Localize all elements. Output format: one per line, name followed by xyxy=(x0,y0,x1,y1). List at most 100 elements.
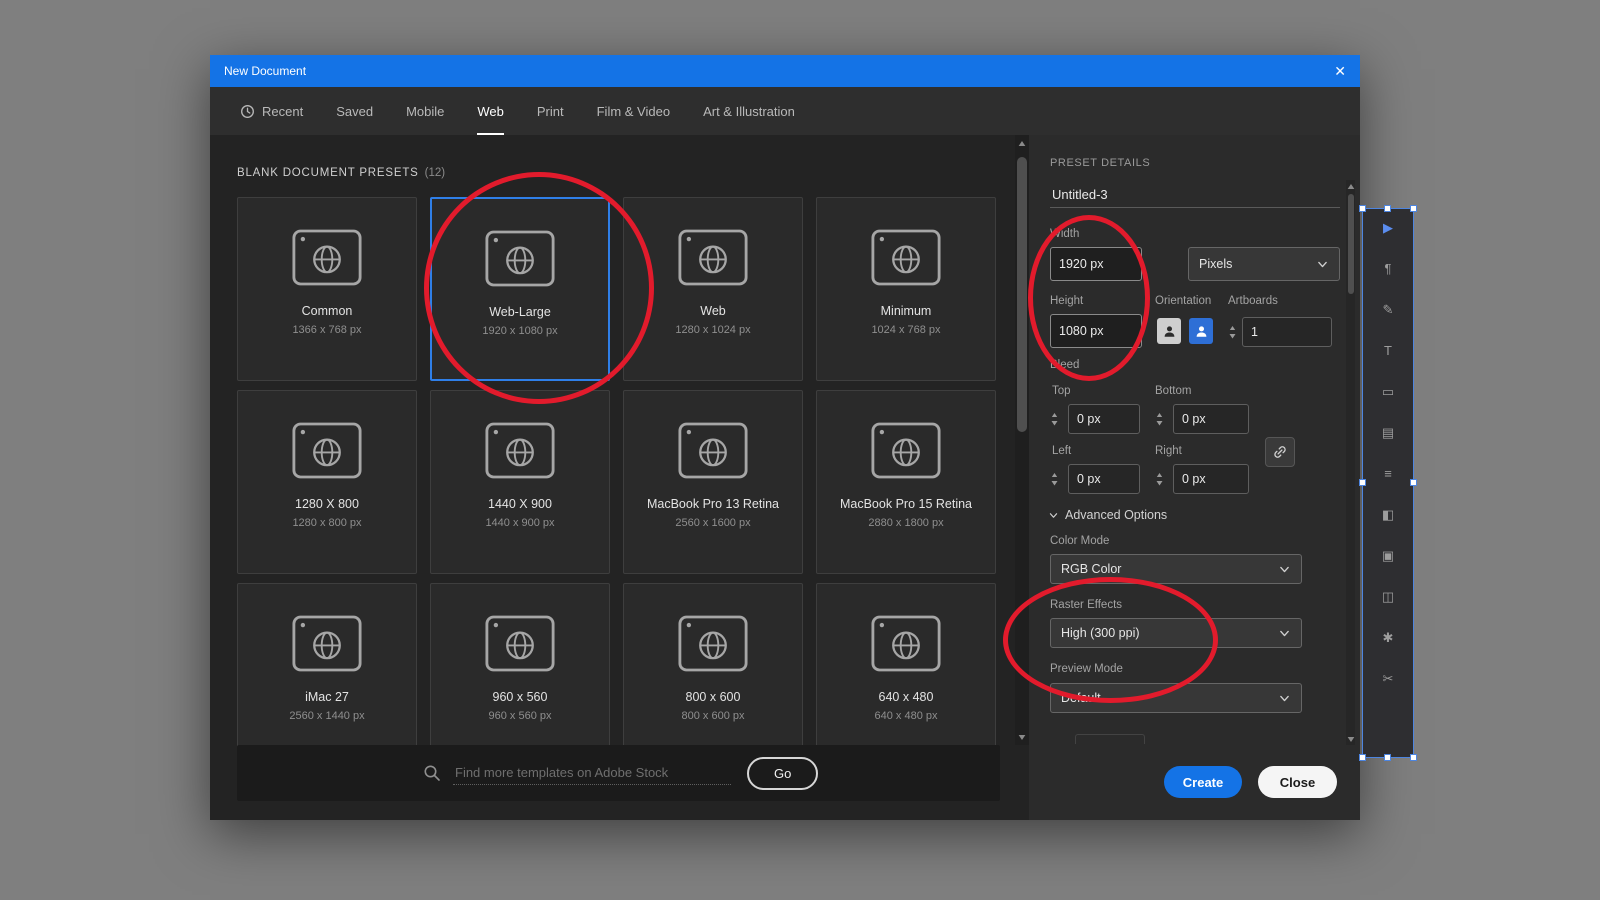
selection-handle[interactable] xyxy=(1384,205,1391,212)
panel-scrollbar[interactable] xyxy=(1346,180,1355,745)
bleed-bottom-stepper[interactable] xyxy=(1153,404,1165,434)
search-icon xyxy=(423,764,441,782)
artboards-stepper[interactable] xyxy=(1226,317,1238,347)
preset-card-minimum[interactable]: Minimum 1024 x 768 px xyxy=(816,197,996,381)
scroll-up-icon[interactable] xyxy=(1015,137,1029,149)
preset-card-common[interactable]: Common 1366 x 768 px xyxy=(237,197,417,381)
bleed-left-label: Left xyxy=(1052,445,1072,457)
preset-name: MacBook Pro 13 Retina xyxy=(646,497,779,511)
screenshot: New Document ✕ Recent Saved Mobile Web P… xyxy=(0,0,1600,900)
bleed-top-stepper[interactable] xyxy=(1048,404,1060,434)
tab-art-illustration[interactable]: Art & Illustration xyxy=(703,87,795,135)
search-input[interactable] xyxy=(453,761,731,785)
advanced-options-toggle[interactable]: Advanced Options xyxy=(1048,508,1167,522)
preset-card-960x560[interactable]: 960 x 560 960 x 560 px xyxy=(430,583,610,767)
bleed-bottom-field[interactable] xyxy=(1173,404,1249,434)
landscape-person-icon xyxy=(1194,324,1209,339)
orientation-landscape-button[interactable] xyxy=(1189,318,1213,344)
preview-mode-label: Preview Mode xyxy=(1050,663,1123,675)
browser-globe-icon xyxy=(871,422,941,479)
selection-handle[interactable] xyxy=(1359,479,1366,486)
bleed-left-stepper[interactable] xyxy=(1048,464,1060,494)
preset-name: 960 x 560 xyxy=(492,690,548,704)
bleed-bottom-label: Bottom xyxy=(1155,385,1192,397)
scroll-up-icon[interactable] xyxy=(1346,180,1355,192)
close-button[interactable]: Close xyxy=(1258,766,1337,798)
bleed-left-field[interactable] xyxy=(1068,464,1140,494)
preset-card-macbook-pro-15[interactable]: MacBook Pro 15 Retina 2880 x 1800 px xyxy=(816,390,996,574)
scroll-down-icon[interactable] xyxy=(1346,733,1355,745)
color-mode-value: RGB Color xyxy=(1061,562,1122,576)
bleed-top-field[interactable] xyxy=(1068,404,1140,434)
selection-handle[interactable] xyxy=(1359,754,1366,761)
tab-web[interactable]: Web xyxy=(477,87,504,135)
selection-handle[interactable] xyxy=(1384,754,1391,761)
preset-dims: 800 x 600 px xyxy=(681,710,745,722)
preset-name: 1280 X 800 xyxy=(295,497,359,511)
document-name-field[interactable] xyxy=(1050,182,1340,208)
artboards-field[interactable] xyxy=(1242,317,1332,347)
preset-dims: 2560 x 1440 px xyxy=(289,710,365,722)
bleed-right-field[interactable] xyxy=(1173,464,1249,494)
close-icon[interactable]: ✕ xyxy=(1334,64,1346,78)
width-field[interactable] xyxy=(1050,247,1142,281)
toolbar-icon: ¶ xyxy=(1384,261,1392,276)
clock-icon xyxy=(240,104,255,119)
presets-header-text: BLANK DOCUMENT PRESETS xyxy=(237,167,419,179)
preset-card-1440x900[interactable]: 1440 X 900 1440 x 900 px xyxy=(430,390,610,574)
chevron-down-icon xyxy=(1278,627,1291,640)
tab-label: Saved xyxy=(336,103,374,119)
preset-card-800x600[interactable]: 800 x 600 800 x 600 px xyxy=(623,583,803,767)
raster-effects-dropdown[interactable]: High (300 ppi) xyxy=(1050,618,1302,648)
scrollbar-thumb[interactable] xyxy=(1017,157,1027,432)
presets-scrollbar[interactable] xyxy=(1015,135,1029,745)
preset-dims: 1280 x 800 px xyxy=(292,517,362,529)
preset-dims: 2560 x 1600 px xyxy=(675,517,751,529)
raster-effects-value: High (300 ppi) xyxy=(1061,626,1140,640)
preset-name: 800 x 600 xyxy=(685,690,741,704)
new-document-dialog: New Document ✕ Recent Saved Mobile Web P… xyxy=(210,55,1360,820)
stepper-up-icon xyxy=(1051,473,1058,478)
preset-details-panel: PRESET DETAILS Width Pixels Height Orien… xyxy=(1029,135,1360,820)
artboards-label: Artboards xyxy=(1228,295,1278,307)
tab-label: Print xyxy=(536,103,564,119)
preset-name: Minimum xyxy=(880,304,932,318)
tab-mobile[interactable]: Mobile xyxy=(406,87,444,135)
browser-globe-icon xyxy=(485,615,555,672)
scroll-down-icon[interactable] xyxy=(1015,731,1029,743)
bleed-right-stepper[interactable] xyxy=(1153,464,1165,494)
preview-mode-dropdown[interactable]: Default xyxy=(1050,683,1302,713)
units-dropdown[interactable]: Pixels xyxy=(1188,247,1340,281)
color-mode-dropdown[interactable]: RGB Color xyxy=(1050,554,1302,584)
stepper-up-icon xyxy=(1051,413,1058,418)
create-button[interactable]: Create xyxy=(1164,766,1242,798)
tab-saved[interactable]: Saved xyxy=(336,87,373,135)
tab-recent[interactable]: Recent xyxy=(240,87,303,135)
selection-handle[interactable] xyxy=(1359,205,1366,212)
toolbar-icon: ▶ xyxy=(1383,220,1393,235)
units-value: Pixels xyxy=(1199,257,1233,271)
bleed-link-button[interactable] xyxy=(1265,437,1295,467)
go-button[interactable]: Go xyxy=(747,756,819,790)
tab-label: Film & Video xyxy=(596,103,671,119)
height-field[interactable] xyxy=(1050,314,1142,348)
chevron-down-icon xyxy=(1048,510,1059,521)
stepper-down-icon xyxy=(1051,481,1058,486)
preset-card-macbook-pro-13[interactable]: MacBook Pro 13 Retina 2560 x 1600 px xyxy=(623,390,803,574)
selection-handle[interactable] xyxy=(1410,754,1417,761)
orientation-portrait-button[interactable] xyxy=(1157,318,1181,344)
orientation-label: Orientation xyxy=(1155,295,1212,307)
tab-print[interactable]: Print xyxy=(537,87,564,135)
tab-film-video[interactable]: Film & Video xyxy=(597,87,670,135)
preset-dims: 1024 x 768 px xyxy=(871,324,941,336)
preset-card-web-large[interactable]: Web-Large 1920 x 1080 px xyxy=(430,197,610,381)
selection-handle[interactable] xyxy=(1410,479,1417,486)
preset-card-imac-27[interactable]: iMac 27 2560 x 1440 px xyxy=(237,583,417,767)
preset-card-1280x800[interactable]: 1280 X 800 1280 x 800 px xyxy=(237,390,417,574)
scrollbar-thumb[interactable] xyxy=(1347,194,1354,294)
preset-card-web[interactable]: Web 1280 x 1024 px xyxy=(623,197,803,381)
preset-card-640x480[interactable]: 640 x 480 640 x 480 px xyxy=(816,583,996,767)
tab-bar: Recent Saved Mobile Web Print Film & Vid… xyxy=(210,87,1360,135)
selection-handle[interactable] xyxy=(1410,205,1417,212)
browser-globe-icon xyxy=(292,229,362,286)
